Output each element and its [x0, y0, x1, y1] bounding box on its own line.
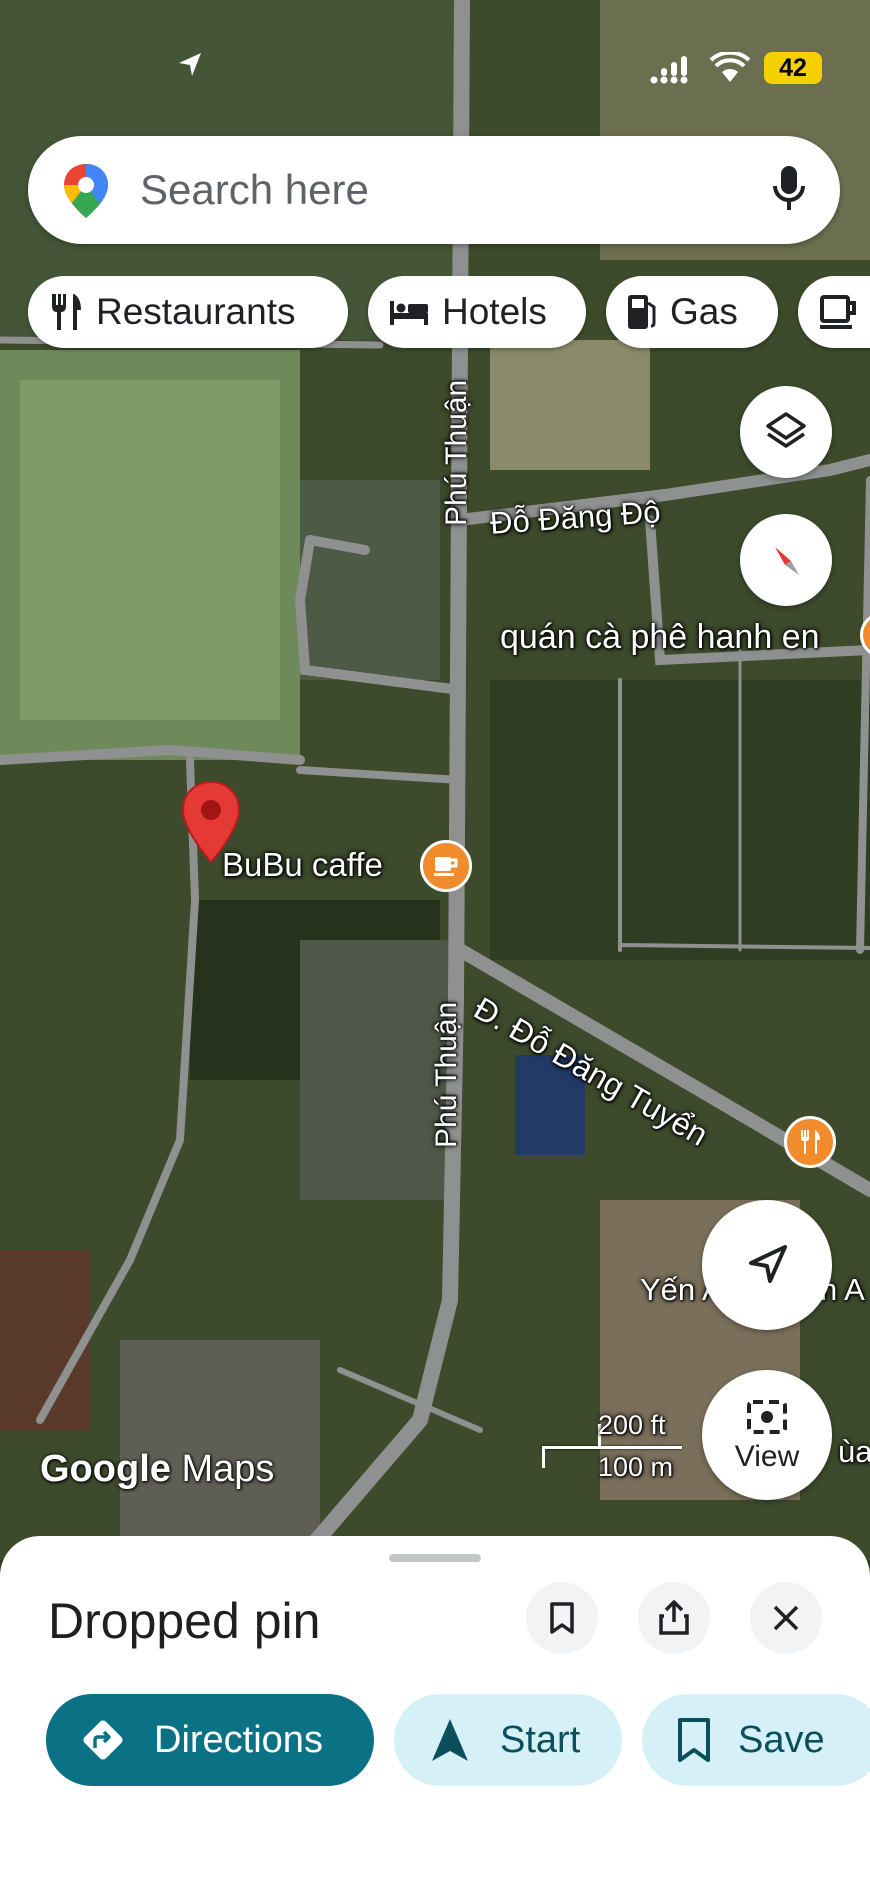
- close-button[interactable]: [750, 1582, 822, 1654]
- google-maps-logo: Google Maps: [40, 1448, 274, 1491]
- fork-knife-icon: [801, 1130, 820, 1154]
- sheet-drag-handle[interactable]: [389, 1554, 481, 1562]
- start-label: Start: [500, 1718, 581, 1761]
- battery-indicator: 42: [764, 52, 822, 84]
- gas-pump-icon: [628, 295, 656, 329]
- place-label-partial: ùa: [838, 1434, 870, 1469]
- attribution-maps: Maps: [181, 1448, 275, 1490]
- view-button[interactable]: View: [702, 1370, 832, 1500]
- save-label: Save: [738, 1718, 825, 1761]
- place-label-hanh-en: quán cà phê hanh en: [500, 618, 820, 656]
- navigation-arrow-icon: [432, 1719, 468, 1761]
- maps-pin-icon: [64, 164, 108, 218]
- bookmark-icon: [678, 1718, 710, 1762]
- share-button[interactable]: [638, 1582, 710, 1654]
- compass-icon: [775, 547, 799, 575]
- search-bar[interactable]: Search here: [28, 136, 840, 244]
- cell-signal-icon: [650, 56, 688, 84]
- chip-label: Restaurants: [96, 291, 296, 332]
- save-icon-button[interactable]: [526, 1582, 598, 1654]
- chip-gas[interactable]: Gas: [606, 276, 778, 348]
- coffee-cup-icon: [434, 857, 458, 876]
- scale-feet: 200 ft: [598, 1410, 666, 1440]
- my-location-button[interactable]: [702, 1200, 832, 1330]
- road-label-phu-thuan-north: Phú Thuận: [440, 379, 473, 526]
- coffee-cup-icon: [820, 295, 856, 329]
- chip-hotels[interactable]: Hotels: [368, 276, 586, 348]
- close-icon: [773, 1605, 799, 1631]
- directions-label: Directions: [154, 1718, 323, 1761]
- navigation-arrow-icon: [749, 1245, 787, 1283]
- chip-label: Gas: [670, 291, 738, 332]
- save-button[interactable]: Save: [642, 1694, 870, 1786]
- place-label-bubu-caffe: BuBu caffe: [222, 846, 383, 883]
- start-button[interactable]: Start: [394, 1694, 622, 1786]
- place-bottom-sheet[interactable]: Dropped pin Directions Start Save: [0, 1536, 870, 1884]
- directions-button[interactable]: Directions: [46, 1694, 374, 1786]
- layers-button[interactable]: [740, 386, 832, 478]
- poi-marker-bubu-caffe[interactable]: [420, 840, 472, 892]
- attribution-google: Google: [40, 1448, 171, 1490]
- share-icon: [659, 1600, 689, 1635]
- chip-label: Hotels: [442, 291, 547, 332]
- road-label-phu-thuan-south: Phú Thuận: [430, 1001, 463, 1148]
- wifi-icon: [710, 52, 750, 82]
- layers-icon: [766, 412, 806, 448]
- directions-icon: [83, 1720, 123, 1760]
- mic-icon[interactable]: [772, 164, 806, 214]
- compass-button[interactable]: [740, 514, 832, 606]
- view-button-label: View: [734, 1440, 800, 1473]
- fork-knife-icon: [52, 294, 81, 330]
- chip-restaurants[interactable]: Restaurants: [28, 276, 348, 348]
- place-title: Dropped pin: [48, 1593, 321, 1649]
- search-placeholder: Search here: [140, 166, 369, 213]
- map-scale: 200 ft 100 m: [542, 1410, 682, 1482]
- bookmark-icon: [550, 1602, 574, 1634]
- map-view[interactable]: 42 Search here Restaurants Hotels Gas Ph…: [0, 0, 870, 1560]
- poi-marker-restaurant[interactable]: [784, 1116, 836, 1168]
- scale-meters: 100 m: [598, 1452, 674, 1482]
- dropped-pin-marker[interactable]: [180, 780, 242, 864]
- bed-icon: [390, 301, 428, 325]
- camera-view-icon: [747, 1400, 787, 1434]
- chip-coffee[interactable]: [798, 276, 870, 348]
- location-arrow-icon: [179, 53, 201, 76]
